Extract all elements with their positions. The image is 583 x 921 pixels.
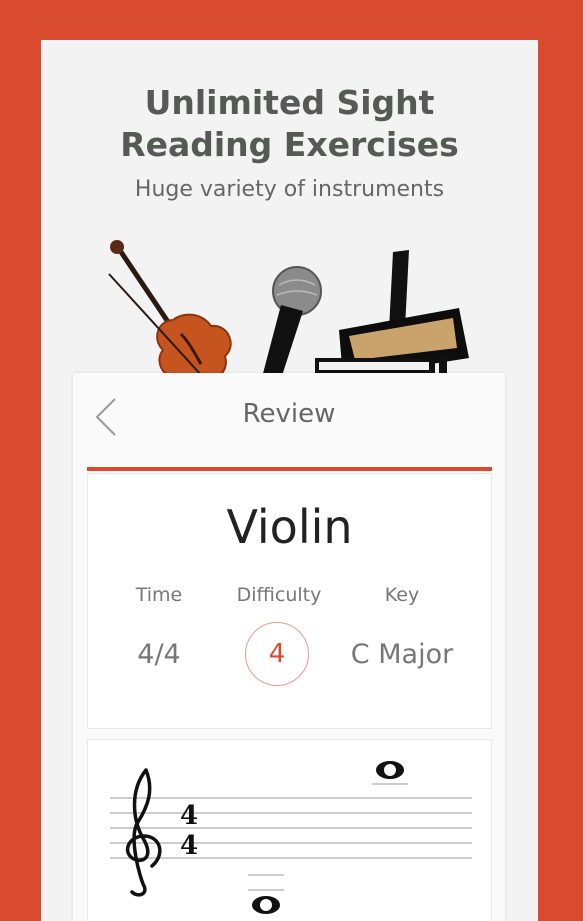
music-score: 4 4 — [87, 739, 492, 921]
headline-line-2: Reading Exercises — [120, 125, 459, 164]
headline: Unlimited Sight Reading Exercises — [41, 82, 538, 166]
nav-title: Review — [242, 399, 336, 429]
headline-line-1: Unlimited Sight — [144, 83, 435, 122]
difficulty-value: 4 — [268, 639, 286, 669]
time-signature: 4 4 — [180, 801, 198, 861]
time-label: Time — [135, 584, 183, 606]
time-signature-top: 4 — [180, 801, 198, 831]
time-signature-bottom: 4 — [180, 831, 198, 861]
time-value: 4/4 — [137, 639, 181, 670]
accent-bar — [87, 467, 492, 471]
difficulty-label: Difficulty — [236, 584, 322, 606]
subhead: Huge variety of instruments — [134, 177, 445, 202]
exercise-card: Review Violin Time Difficulty Key 4/4 4 … — [73, 373, 505, 921]
nav-bar: Review — [73, 373, 505, 469]
violin-icon — [108, 240, 232, 388]
key-value: C Major — [350, 639, 454, 670]
key-label: Key — [384, 584, 420, 606]
staff: 4 4 — [110, 761, 472, 914]
treble-clef-icon — [125, 768, 162, 897]
instrument-name: Violin — [226, 500, 353, 554]
exercise-info: Violin Time Difficulty Key 4/4 4 C Major — [87, 473, 492, 729]
promo-panel: Unlimited Sight Reading Exercises Huge v… — [41, 40, 538, 921]
difficulty-badge[interactable]: 4 — [245, 622, 309, 686]
